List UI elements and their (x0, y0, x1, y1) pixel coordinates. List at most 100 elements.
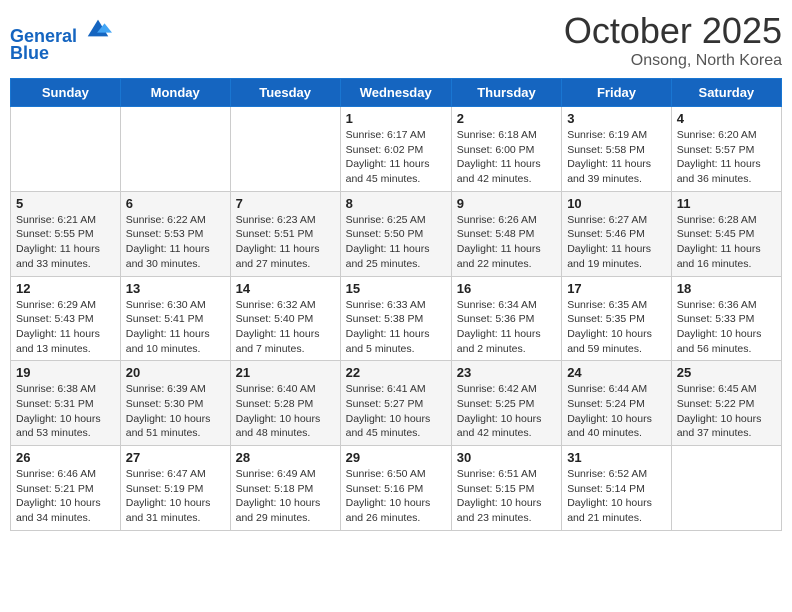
calendar-cell: 8 Sunrise: 6:25 AMSunset: 5:50 PMDayligh… (340, 191, 451, 276)
calendar-cell: 15 Sunrise: 6:33 AMSunset: 5:38 PMDaylig… (340, 276, 451, 361)
day-info: Sunrise: 6:19 AMSunset: 5:58 PMDaylight:… (567, 128, 666, 187)
day-number: 11 (677, 196, 776, 211)
day-info: Sunrise: 6:50 AMSunset: 5:16 PMDaylight:… (346, 467, 446, 526)
day-info: Sunrise: 6:22 AMSunset: 5:53 PMDaylight:… (126, 213, 225, 272)
day-number: 27 (126, 450, 225, 465)
day-info: Sunrise: 6:44 AMSunset: 5:24 PMDaylight:… (567, 382, 666, 441)
calendar-cell: 6 Sunrise: 6:22 AMSunset: 5:53 PMDayligh… (120, 191, 230, 276)
calendar-cell: 2 Sunrise: 6:18 AMSunset: 6:00 PMDayligh… (451, 107, 561, 192)
day-number: 3 (567, 111, 666, 126)
calendar-cell: 31 Sunrise: 6:52 AMSunset: 5:14 PMDaylig… (562, 446, 672, 531)
calendar-cell: 27 Sunrise: 6:47 AMSunset: 5:19 PMDaylig… (120, 446, 230, 531)
day-number: 14 (236, 281, 335, 296)
calendar-week-row: 1 Sunrise: 6:17 AMSunset: 6:02 PMDayligh… (11, 107, 782, 192)
calendar-cell: 10 Sunrise: 6:27 AMSunset: 5:46 PMDaylig… (562, 191, 672, 276)
logo: General Blue (10, 10, 112, 64)
calendar-cell: 17 Sunrise: 6:35 AMSunset: 5:35 PMDaylig… (562, 276, 672, 361)
day-info: Sunrise: 6:17 AMSunset: 6:02 PMDaylight:… (346, 128, 446, 187)
day-number: 24 (567, 365, 666, 380)
day-number: 20 (126, 365, 225, 380)
day-number: 8 (346, 196, 446, 211)
calendar-cell: 3 Sunrise: 6:19 AMSunset: 5:58 PMDayligh… (562, 107, 672, 192)
logo-text: General (10, 14, 112, 47)
weekday-header: Friday (562, 79, 672, 107)
calendar-cell: 21 Sunrise: 6:40 AMSunset: 5:28 PMDaylig… (230, 361, 340, 446)
day-info: Sunrise: 6:52 AMSunset: 5:14 PMDaylight:… (567, 467, 666, 526)
calendar-cell: 20 Sunrise: 6:39 AMSunset: 5:30 PMDaylig… (120, 361, 230, 446)
calendar-table: SundayMondayTuesdayWednesdayThursdayFrid… (10, 78, 782, 531)
calendar-cell: 25 Sunrise: 6:45 AMSunset: 5:22 PMDaylig… (671, 361, 781, 446)
calendar-cell (671, 446, 781, 531)
calendar-cell: 11 Sunrise: 6:28 AMSunset: 5:45 PMDaylig… (671, 191, 781, 276)
weekday-header-row: SundayMondayTuesdayWednesdayThursdayFrid… (11, 79, 782, 107)
logo-icon (84, 14, 112, 42)
weekday-header: Saturday (671, 79, 781, 107)
day-number: 10 (567, 196, 666, 211)
day-number: 23 (457, 365, 556, 380)
day-info: Sunrise: 6:27 AMSunset: 5:46 PMDaylight:… (567, 213, 666, 272)
calendar-cell: 9 Sunrise: 6:26 AMSunset: 5:48 PMDayligh… (451, 191, 561, 276)
page-header: General Blue October 2025 Onsong, North … (10, 10, 782, 70)
day-number: 29 (346, 450, 446, 465)
calendar-cell (120, 107, 230, 192)
day-number: 31 (567, 450, 666, 465)
day-number: 26 (16, 450, 115, 465)
day-info: Sunrise: 6:39 AMSunset: 5:30 PMDaylight:… (126, 382, 225, 441)
day-info: Sunrise: 6:41 AMSunset: 5:27 PMDaylight:… (346, 382, 446, 441)
calendar-cell: 30 Sunrise: 6:51 AMSunset: 5:15 PMDaylig… (451, 446, 561, 531)
calendar-cell: 12 Sunrise: 6:29 AMSunset: 5:43 PMDaylig… (11, 276, 121, 361)
title-area: October 2025 Onsong, North Korea (564, 10, 782, 70)
day-info: Sunrise: 6:47 AMSunset: 5:19 PMDaylight:… (126, 467, 225, 526)
calendar-cell: 28 Sunrise: 6:49 AMSunset: 5:18 PMDaylig… (230, 446, 340, 531)
weekday-header: Monday (120, 79, 230, 107)
day-number: 19 (16, 365, 115, 380)
day-info: Sunrise: 6:29 AMSunset: 5:43 PMDaylight:… (16, 298, 115, 357)
day-number: 2 (457, 111, 556, 126)
day-number: 4 (677, 111, 776, 126)
month-title: October 2025 (564, 10, 782, 52)
calendar-week-row: 5 Sunrise: 6:21 AMSunset: 5:55 PMDayligh… (11, 191, 782, 276)
day-number: 18 (677, 281, 776, 296)
calendar-cell: 4 Sunrise: 6:20 AMSunset: 5:57 PMDayligh… (671, 107, 781, 192)
calendar-cell: 22 Sunrise: 6:41 AMSunset: 5:27 PMDaylig… (340, 361, 451, 446)
day-info: Sunrise: 6:34 AMSunset: 5:36 PMDaylight:… (457, 298, 556, 357)
calendar-cell: 18 Sunrise: 6:36 AMSunset: 5:33 PMDaylig… (671, 276, 781, 361)
day-info: Sunrise: 6:25 AMSunset: 5:50 PMDaylight:… (346, 213, 446, 272)
day-info: Sunrise: 6:45 AMSunset: 5:22 PMDaylight:… (677, 382, 776, 441)
day-info: Sunrise: 6:20 AMSunset: 5:57 PMDaylight:… (677, 128, 776, 187)
calendar-cell: 14 Sunrise: 6:32 AMSunset: 5:40 PMDaylig… (230, 276, 340, 361)
day-info: Sunrise: 6:32 AMSunset: 5:40 PMDaylight:… (236, 298, 335, 357)
day-number: 12 (16, 281, 115, 296)
calendar-cell: 29 Sunrise: 6:50 AMSunset: 5:16 PMDaylig… (340, 446, 451, 531)
day-number: 25 (677, 365, 776, 380)
calendar-cell (230, 107, 340, 192)
day-info: Sunrise: 6:21 AMSunset: 5:55 PMDaylight:… (16, 213, 115, 272)
day-info: Sunrise: 6:30 AMSunset: 5:41 PMDaylight:… (126, 298, 225, 357)
weekday-header: Sunday (11, 79, 121, 107)
weekday-header: Thursday (451, 79, 561, 107)
day-number: 17 (567, 281, 666, 296)
calendar-cell: 23 Sunrise: 6:42 AMSunset: 5:25 PMDaylig… (451, 361, 561, 446)
day-number: 16 (457, 281, 556, 296)
day-number: 21 (236, 365, 335, 380)
calendar-cell: 7 Sunrise: 6:23 AMSunset: 5:51 PMDayligh… (230, 191, 340, 276)
day-number: 30 (457, 450, 556, 465)
day-number: 13 (126, 281, 225, 296)
calendar-cell: 19 Sunrise: 6:38 AMSunset: 5:31 PMDaylig… (11, 361, 121, 446)
calendar-week-row: 19 Sunrise: 6:38 AMSunset: 5:31 PMDaylig… (11, 361, 782, 446)
day-number: 7 (236, 196, 335, 211)
day-number: 9 (457, 196, 556, 211)
calendar-cell: 26 Sunrise: 6:46 AMSunset: 5:21 PMDaylig… (11, 446, 121, 531)
calendar-cell: 1 Sunrise: 6:17 AMSunset: 6:02 PMDayligh… (340, 107, 451, 192)
day-info: Sunrise: 6:35 AMSunset: 5:35 PMDaylight:… (567, 298, 666, 357)
day-number: 15 (346, 281, 446, 296)
weekday-header: Tuesday (230, 79, 340, 107)
day-info: Sunrise: 6:46 AMSunset: 5:21 PMDaylight:… (16, 467, 115, 526)
day-number: 5 (16, 196, 115, 211)
calendar-week-row: 26 Sunrise: 6:46 AMSunset: 5:21 PMDaylig… (11, 446, 782, 531)
day-info: Sunrise: 6:40 AMSunset: 5:28 PMDaylight:… (236, 382, 335, 441)
day-info: Sunrise: 6:42 AMSunset: 5:25 PMDaylight:… (457, 382, 556, 441)
calendar-cell (11, 107, 121, 192)
day-info: Sunrise: 6:38 AMSunset: 5:31 PMDaylight:… (16, 382, 115, 441)
weekday-header: Wednesday (340, 79, 451, 107)
